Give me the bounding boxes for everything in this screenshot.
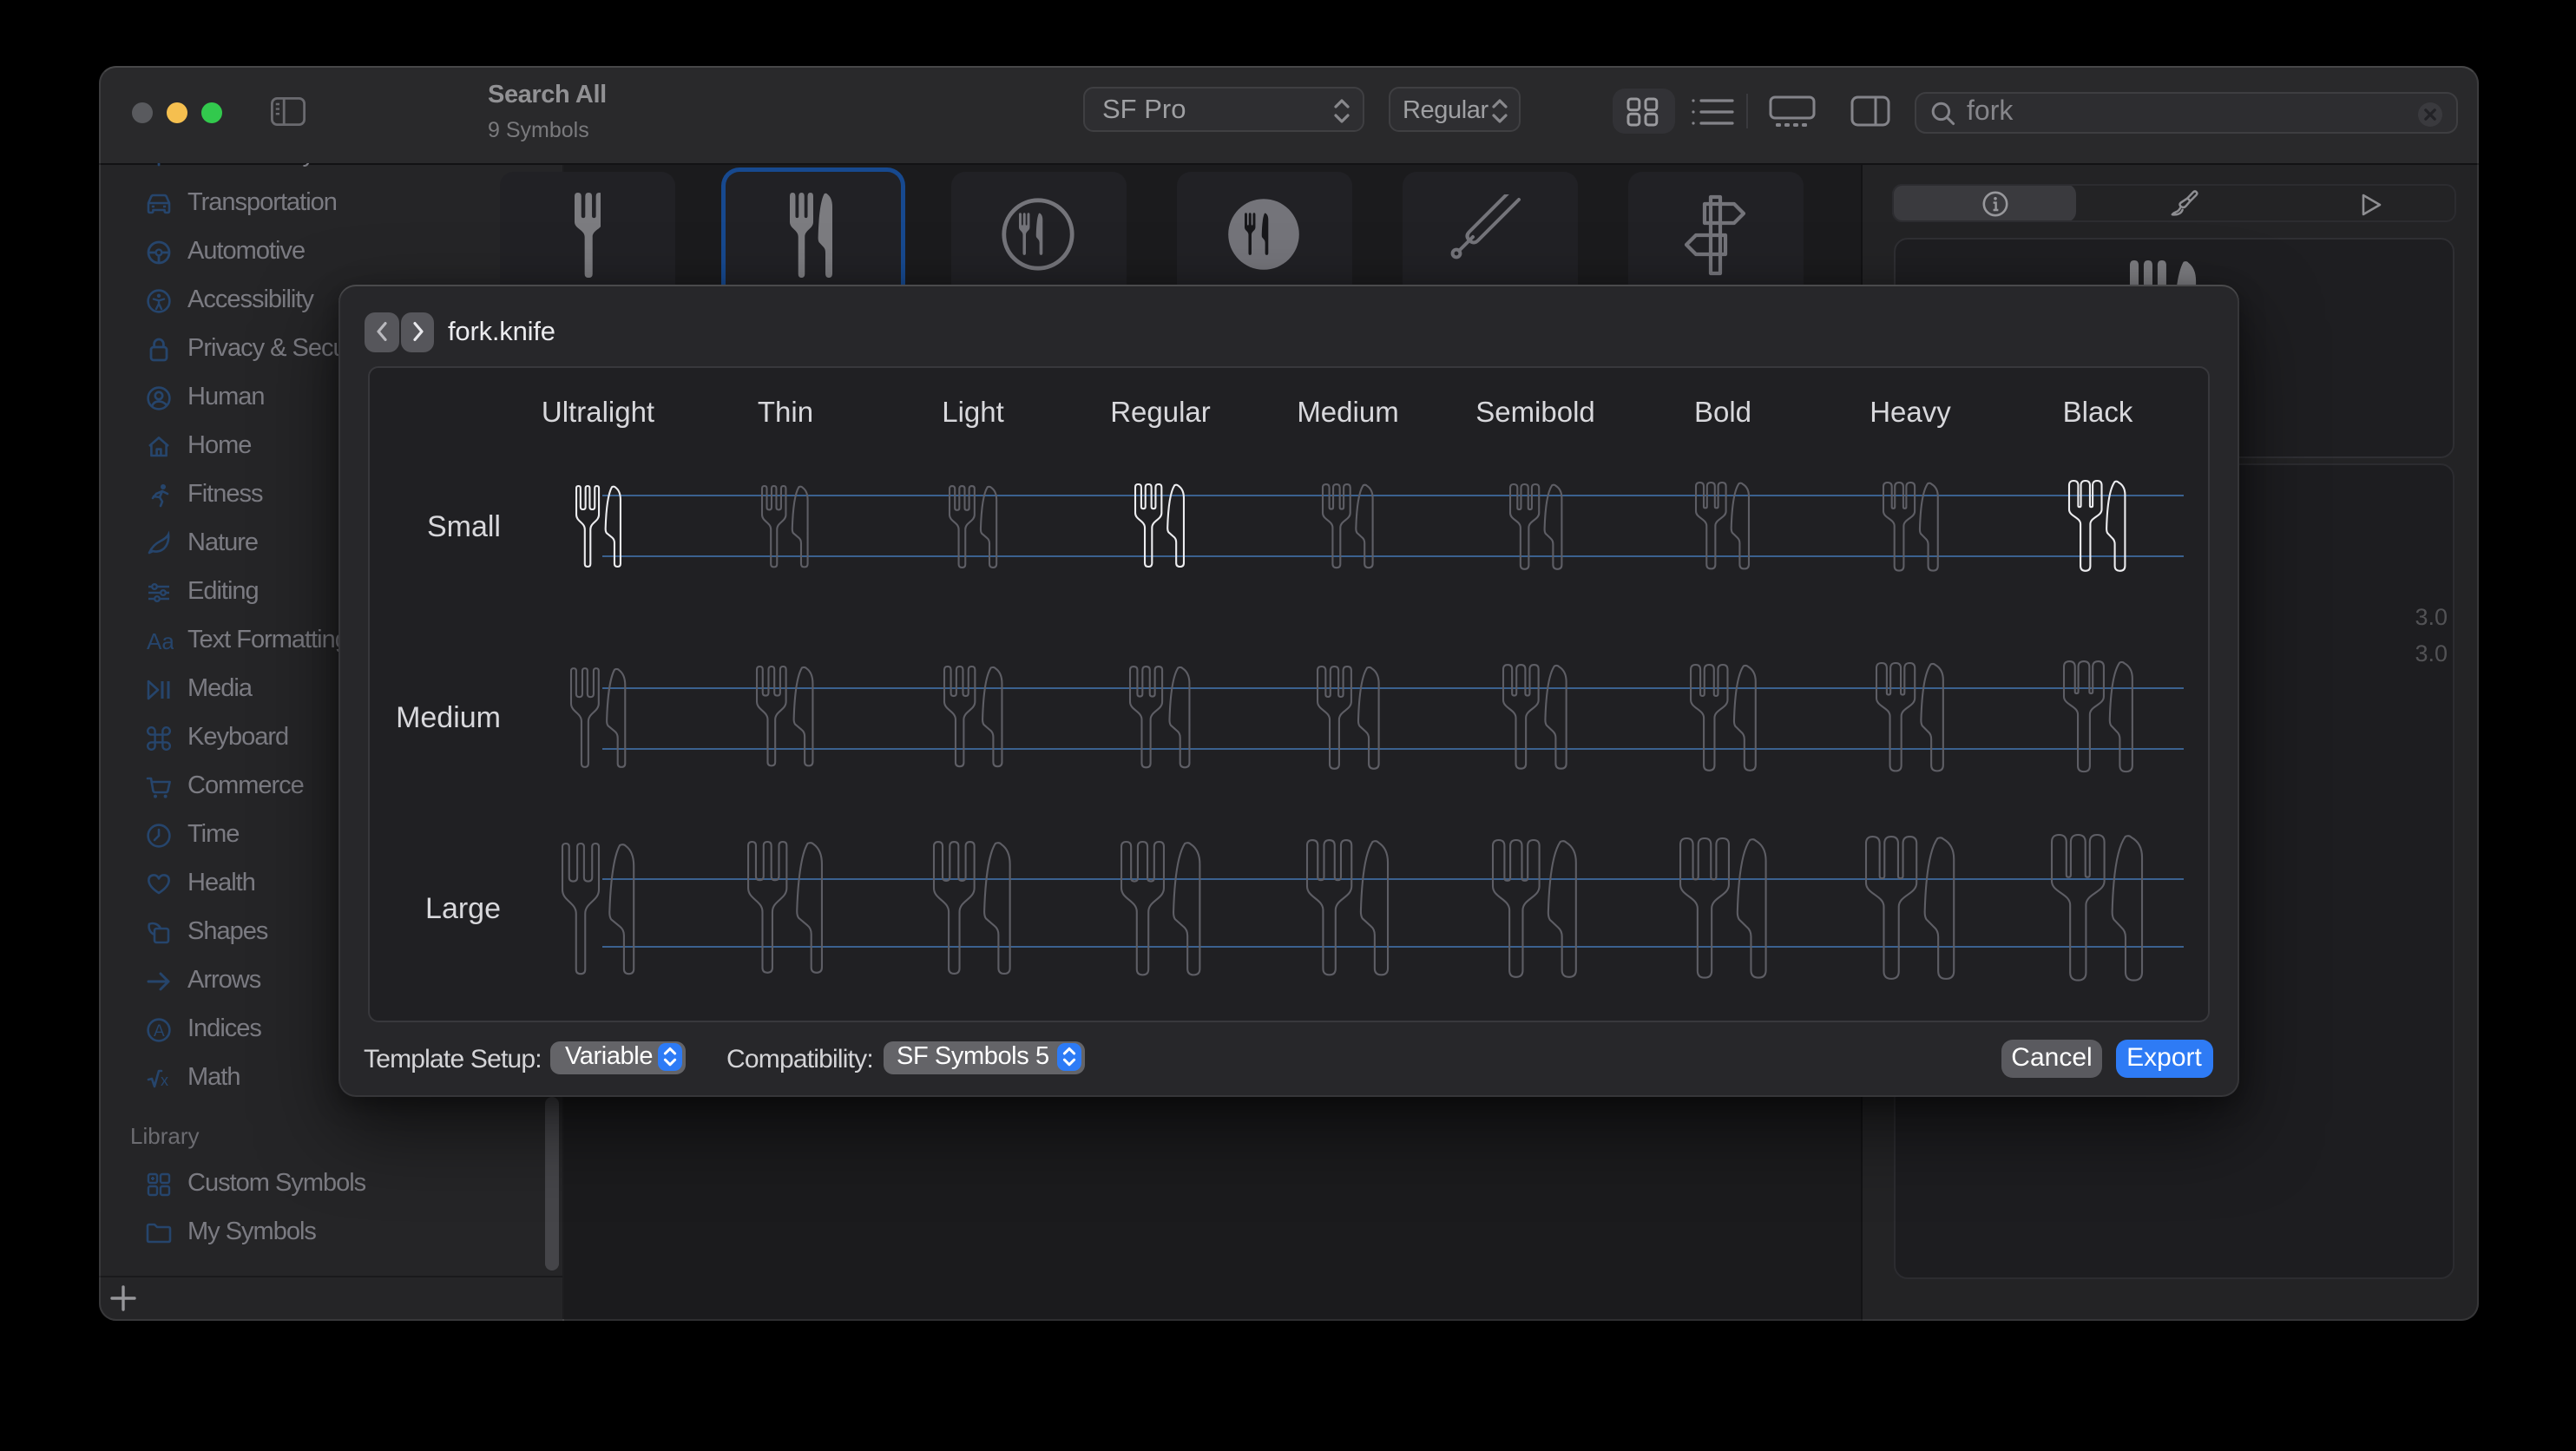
svg-text:A: A <box>153 1021 164 1040</box>
svg-text:Aa: Aa <box>146 627 173 653</box>
svg-text:x: x <box>160 1071 168 1088</box>
